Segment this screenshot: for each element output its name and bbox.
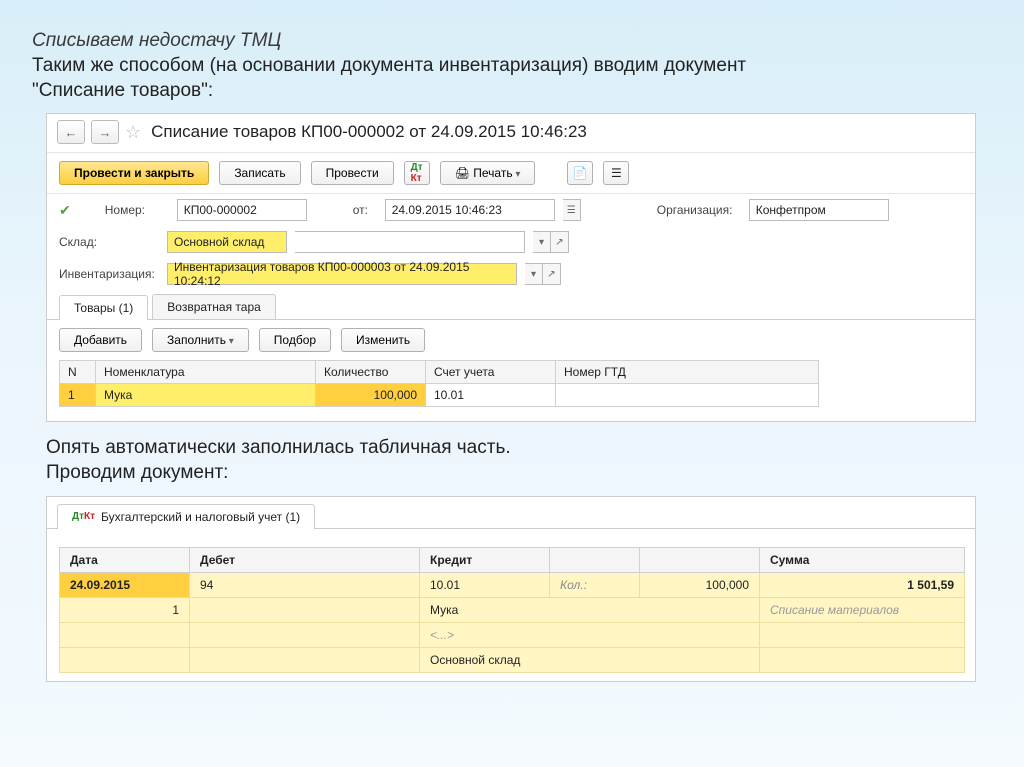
posting-window: ДтКт Бухгалтерский и налоговый учет (1) … — [46, 496, 976, 682]
date-picker-icon[interactable]: ☰ — [563, 199, 581, 221]
print-label: Печать — [473, 166, 512, 180]
inv-input[interactable]: Инвентаризация товаров КП00-000003 от 24… — [167, 263, 517, 285]
pcell-kredit-sub2: <...> — [420, 622, 760, 647]
cell-nom: Мука — [96, 384, 316, 407]
post-button[interactable]: Провести — [311, 161, 394, 185]
inv-dropdown-icon[interactable]: ▾ — [525, 263, 543, 285]
tab-items[interactable]: Товары (1) — [59, 295, 148, 320]
date-label: от: — [353, 203, 377, 217]
pcell-kredit-sub3: Основной склад — [420, 647, 760, 672]
window-topbar: ← → ☆ Списание товаров КП00-000002 от 24… — [47, 114, 975, 153]
cell-n: 1 — [60, 384, 96, 407]
pcol-debet: Дебет — [190, 547, 420, 572]
print-button[interactable]: 🖨 Печать — [440, 161, 536, 185]
sklad-input[interactable]: Основной склад — [167, 231, 287, 253]
date-input[interactable]: 24.09.2015 10:46:23 — [385, 199, 555, 221]
posting-row[interactable]: 24.09.2015 94 10.01 Кол.: 100,000 1 501,… — [60, 572, 965, 597]
col-qty: Количество — [316, 361, 426, 384]
sklad-label: Склад: — [59, 235, 159, 249]
posting-table: Дата Дебет Кредит Сумма 24.09.2015 94 10… — [59, 547, 965, 673]
comment-line2: Проводим документ: — [46, 462, 228, 483]
pcell-kredit-acc: 10.01 — [420, 572, 550, 597]
col-nom: Номенклатура — [96, 361, 316, 384]
sklad-dropdown-icon[interactable]: ▾ — [533, 231, 551, 253]
change-button[interactable]: Изменить — [341, 328, 425, 352]
comment-block: Опять автоматически заполнилась таблична… — [46, 436, 992, 485]
forward-button[interactable]: → — [91, 120, 119, 144]
table-row[interactable]: 1 Мука 100,000 10.01 — [60, 384, 819, 407]
col-n: N — [60, 361, 96, 384]
cell-gtd — [556, 384, 819, 407]
podbor-button[interactable]: Подбор — [259, 328, 331, 352]
pcol-date: Дата — [60, 547, 190, 572]
status-check-icon: ✔ — [59, 202, 71, 219]
tab-accounting[interactable]: ДтКт Бухгалтерский и налоговый учет (1) — [57, 504, 315, 529]
slide-description: Таким же способом (на основании документ… — [32, 54, 992, 103]
desc-line1: Таким же способом (на основании документ… — [32, 55, 746, 76]
pcell-sum: 1 501,59 — [760, 572, 965, 597]
posting-tab-label: Бухгалтерский и налоговый учет (1) — [101, 510, 300, 524]
col-gtd: Номер ГТД — [556, 361, 819, 384]
org-label: Организация: — [657, 203, 741, 217]
dt-kt-icon[interactable]: ДтКт — [404, 161, 430, 185]
dt-kt-small-icon: ДтКт — [72, 511, 95, 522]
pcell-kol: 100,000 — [640, 572, 760, 597]
document-window: ← → ☆ Списание товаров КП00-000002 от 24… — [46, 113, 976, 422]
back-button[interactable]: ← — [57, 120, 85, 144]
save-button[interactable]: Записать — [219, 161, 300, 185]
col-account: Счет учета — [426, 361, 556, 384]
posting-row[interactable]: 1 Мука Списание материалов — [60, 597, 965, 622]
row-sklad: Склад: Основной склад ▾ ↗ — [47, 226, 975, 258]
items-toolbar: Добавить Заполнить Подбор Изменить — [47, 320, 975, 360]
report-icon[interactable]: 📄 — [567, 161, 593, 185]
desc-line2: "Списание товаров": — [32, 80, 213, 101]
org-input[interactable]: Конфетпром — [749, 199, 889, 221]
posting-row[interactable]: <...> — [60, 622, 965, 647]
pcell-kol-label: Кол.: — [550, 572, 640, 597]
pcell-kredit-sub1: Мука — [420, 597, 760, 622]
number-label: Номер: — [105, 203, 169, 217]
document-title: Списание товаров КП00-000002 от 24.09.20… — [151, 122, 587, 142]
inv-open-icon[interactable]: ↗ — [543, 263, 561, 285]
row-number: ✔ Номер: КП00-000002 от: 24.09.2015 10:4… — [47, 194, 975, 226]
sklad-open-icon[interactable]: ↗ — [551, 231, 569, 253]
cell-qty: 100,000 — [316, 384, 426, 407]
list-icon[interactable]: ☰ — [603, 161, 629, 185]
pcol-kredit: Кредит — [420, 547, 550, 572]
add-button[interactable]: Добавить — [59, 328, 142, 352]
posting-tabstrip: ДтКт Бухгалтерский и налоговый учет (1) — [47, 497, 975, 529]
pcell-n: 1 — [60, 597, 190, 622]
posting-row[interactable]: Основной склад — [60, 647, 965, 672]
post-and-close-button[interactable]: Провести и закрыть — [59, 161, 209, 185]
slide-heading-italic: Списываем недостачу ТМЦ — [32, 30, 992, 52]
items-tabstrip: Товары (1) Возвратная тара — [47, 294, 975, 320]
favorite-star-icon[interactable]: ☆ — [125, 122, 141, 143]
tab-tara[interactable]: Возвратная тара — [152, 294, 276, 319]
pcol-sum: Сумма — [760, 547, 965, 572]
sklad-ext — [295, 231, 525, 253]
pcell-date: 24.09.2015 — [60, 572, 190, 597]
pcell-op: Списание материалов — [760, 597, 965, 622]
row-inventory: Инвентаризация: Инвентаризация товаров К… — [47, 258, 975, 290]
number-input[interactable]: КП00-000002 — [177, 199, 307, 221]
cell-account: 10.01 — [426, 384, 556, 407]
main-toolbar: Провести и закрыть Записать Провести ДтК… — [47, 153, 975, 194]
pcell-debet: 94 — [190, 572, 420, 597]
items-table: N Номенклатура Количество Счет учета Ном… — [59, 360, 819, 407]
comment-line1: Опять автоматически заполнилась таблична… — [46, 437, 511, 458]
inv-label: Инвентаризация: — [59, 267, 159, 281]
fill-button[interactable]: Заполнить — [152, 328, 249, 352]
